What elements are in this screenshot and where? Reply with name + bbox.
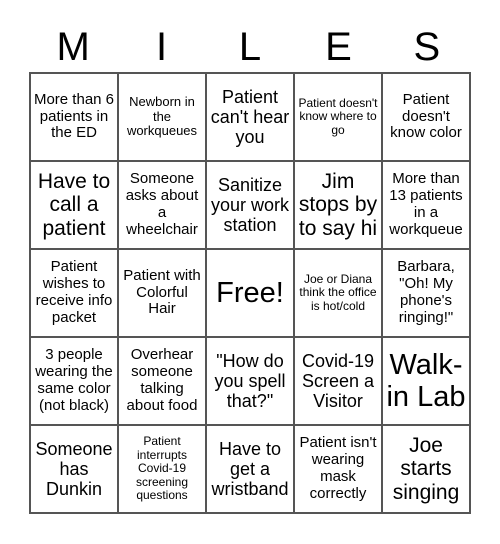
bingo-cell[interactable]: Someone asks about a wheelchair bbox=[118, 161, 206, 249]
bingo-cell[interactable]: More than 6 patients in the ED bbox=[30, 73, 118, 161]
header-letter-l: L bbox=[238, 25, 262, 69]
bingo-cell[interactable]: Covid-19 Screen a Visitor bbox=[294, 337, 382, 425]
bingo-cell[interactable]: More than 13 patients in a workqueue bbox=[382, 161, 470, 249]
header-letter-e: E bbox=[325, 25, 352, 69]
bingo-cell[interactable]: Patient doesn't know color bbox=[382, 73, 470, 161]
bingo-board: More than 6 patients in the ED Newborn i… bbox=[29, 72, 471, 514]
bingo-cell[interactable]: 3 people wearing the same color (not bla… bbox=[30, 337, 118, 425]
bingo-cell[interactable]: Newborn in the workqueues bbox=[118, 73, 206, 161]
header-letter-m: M bbox=[56, 25, 90, 69]
bingo-cell[interactable]: Joe starts singing bbox=[382, 425, 470, 513]
bingo-cell[interactable]: Have to call a patient bbox=[30, 161, 118, 249]
bingo-cell[interactable]: Someone has Dunkin bbox=[30, 425, 118, 513]
bingo-cell[interactable]: Overhear someone talking about food bbox=[118, 337, 206, 425]
bingo-cell[interactable]: Have to get a wristband bbox=[206, 425, 294, 513]
bingo-cell[interactable]: Patient interrupts Covid-19 screening qu… bbox=[118, 425, 206, 513]
header-letter-i: I bbox=[156, 25, 168, 69]
bingo-cell[interactable]: Walk-in Lab bbox=[382, 337, 470, 425]
bingo-cell[interactable]: Patient doesn't know where to go bbox=[294, 73, 382, 161]
bingo-cell[interactable]: "How do you spell that?" bbox=[206, 337, 294, 425]
bingo-cell[interactable]: Patient wishes to receive info packet bbox=[30, 249, 118, 337]
bingo-cell[interactable]: Patient can't hear you bbox=[206, 73, 294, 161]
bingo-cell[interactable]: Joe or Diana think the office is hot/col… bbox=[294, 249, 382, 337]
bingo-cell[interactable]: Sanitize your work station bbox=[206, 161, 294, 249]
free-space-cell[interactable]: Free! bbox=[206, 249, 294, 337]
bingo-cell[interactable]: Patient isn't wearing mask correctly bbox=[294, 425, 382, 513]
header-letter-s: S bbox=[413, 25, 441, 69]
bingo-cell[interactable]: Patient with Colorful Hair bbox=[118, 249, 206, 337]
bingo-header: M I L E S bbox=[29, 22, 471, 72]
bingo-cell[interactable]: Jim stops by to say hi bbox=[294, 161, 382, 249]
bingo-cell[interactable]: Barbara, "Oh! My phone's ringing!" bbox=[382, 249, 470, 337]
